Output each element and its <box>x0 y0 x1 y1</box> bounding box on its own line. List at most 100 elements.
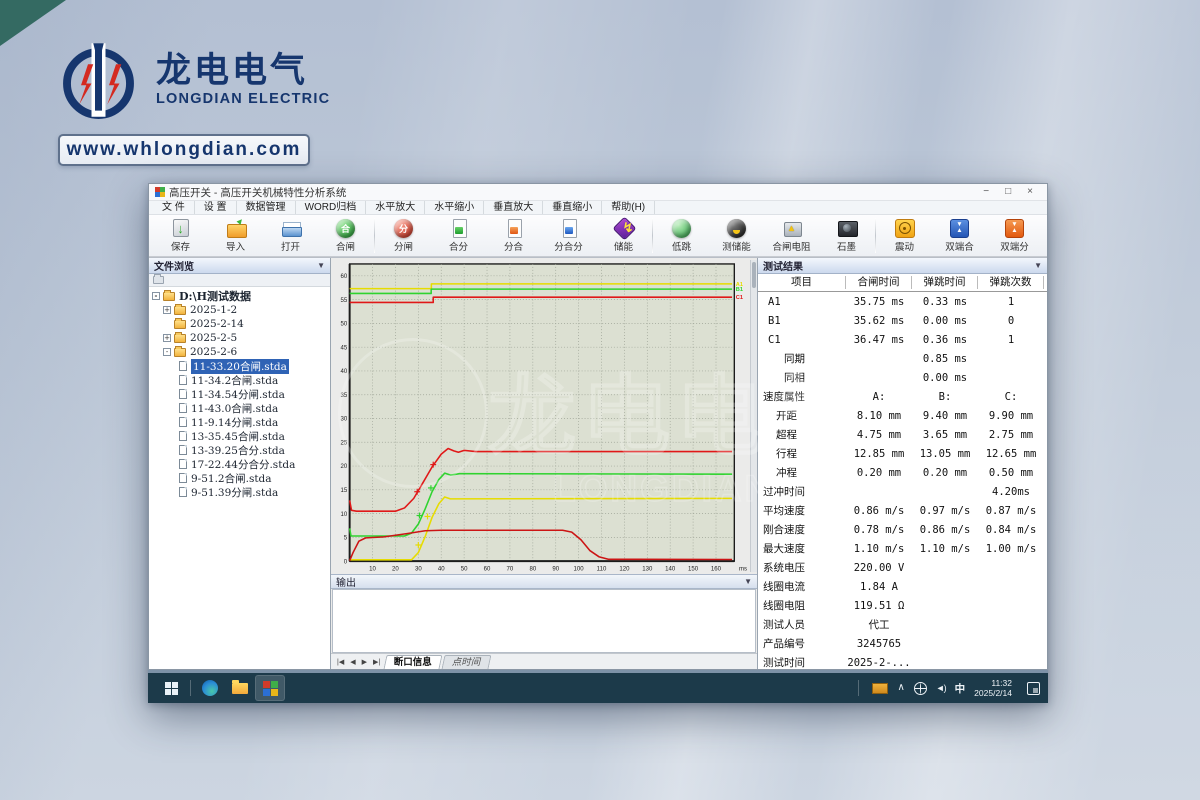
co-icon <box>448 218 470 238</box>
file-explorer-button[interactable] <box>225 675 255 701</box>
toolbar-button-low-trip[interactable]: 低跳 <box>654 215 709 256</box>
file-icon <box>179 487 187 497</box>
chart-scrollbar[interactable] <box>750 260 757 572</box>
menu-item-4[interactable]: 水平放大 <box>366 201 425 214</box>
start-button[interactable] <box>156 675 186 701</box>
menu-item-5[interactable]: 水平缩小 <box>425 201 484 214</box>
menu-item-8[interactable]: 帮助(H) <box>602 201 655 214</box>
close-button[interactable]: × <box>1027 187 1033 197</box>
toolbar-button-save[interactable]: 保存 <box>153 215 208 256</box>
tree-file[interactable]: 11-34.54分闸.stda <box>149 387 330 401</box>
tree-folder-2025-1-2[interactable]: +2025-1-2 <box>149 303 330 317</box>
toolbar-button-close-op[interactable]: 合合闸 <box>318 215 373 256</box>
collapse-icon[interactable]: - <box>163 348 171 356</box>
tab-点时间[interactable]: 点时间 <box>442 655 491 669</box>
toolbar-label: 导入 <box>226 239 245 253</box>
x-tick-label: 150 <box>688 566 699 573</box>
taskbar-clock[interactable]: 11:32 2025/2/14 <box>974 678 1012 698</box>
toolbar-button-open-op[interactable]: 分分闸 <box>376 215 431 256</box>
toolbar-button-open[interactable]: 打开 <box>263 215 318 256</box>
toolbar-button-dual-close[interactable]: 双端合 <box>932 215 987 256</box>
result-row: 最大速度1.10 m/s1.10 m/s1.00 m/s <box>758 539 1047 558</box>
file-label: 9-51.39分闸.stda <box>191 485 278 500</box>
tab-nav-button-3[interactable]: ▶| <box>370 658 383 666</box>
file-browser-title: 文件浏览 <box>154 258 194 273</box>
tab-nav-button-1[interactable]: ◀ <box>347 658 358 666</box>
tray-expand-icon[interactable]: ∧ <box>897 683 904 693</box>
tree-file[interactable]: 9-51.2合闸.stda <box>149 471 330 485</box>
output-dropdown-icon[interactable]: ▼ <box>744 577 752 586</box>
x-tick-label: 160 <box>711 566 722 573</box>
toolbar-label: 合闸电阻 <box>772 239 810 253</box>
y-tick-label: 10 <box>340 511 347 518</box>
network-icon[interactable] <box>914 682 927 695</box>
tree-file[interactable]: 9-51.39分闸.stda <box>149 485 330 499</box>
tray-app-icon[interactable] <box>872 683 888 694</box>
toolbar-button-vibration[interactable]: 震动 <box>877 215 932 256</box>
tree-file[interactable]: 11-9.14分闸.stda <box>149 415 330 429</box>
column-header: 合闸时间 <box>846 276 912 289</box>
expand-icon[interactable]: + <box>163 334 171 342</box>
tree-file[interactable]: 11-34.2合闸.stda <box>149 373 330 387</box>
result-row: 线圈电阻119.51 Ω <box>758 596 1047 615</box>
results-dropdown-icon[interactable]: ▼ <box>1034 261 1042 270</box>
minimize-button[interactable]: − <box>983 187 989 197</box>
edge-browser-button[interactable] <box>195 675 225 701</box>
result-item-label: C1 <box>758 334 846 346</box>
output-console <box>332 589 756 653</box>
tree-folder-2025-2-14[interactable]: 2025-2-14 <box>149 317 330 331</box>
file-label: 11-33.20合闸.stda <box>191 359 289 374</box>
tab-nav-button-2[interactable]: ▶ <box>359 658 370 666</box>
volume-icon[interactable]: ◄) <box>936 683 946 693</box>
x-tick-label: 90 <box>552 566 559 573</box>
result-value: 1.00 m/s <box>978 543 1044 555</box>
ime-indicator[interactable]: 中 <box>955 681 966 696</box>
result-item-label: 平均速度 <box>758 503 846 518</box>
toolbar-button-oc[interactable]: 分合 <box>486 215 541 256</box>
column-header: 项目 <box>758 276 846 289</box>
folder-tool-icon[interactable] <box>153 276 164 284</box>
tree-file[interactable]: 11-43.0合闸.stda <box>149 401 330 415</box>
toolbar-button-dual-open[interactable]: 双端分 <box>987 215 1042 256</box>
toolbar-button-energy[interactable]: 储能 <box>596 215 651 256</box>
title-bar: 高压开关 - 高压开关机械特性分析系统 − □ × <box>149 184 1047 201</box>
expand-icon[interactable]: + <box>163 306 171 314</box>
result-value: 12.65 mm <box>978 448 1044 460</box>
result-value: 代工 <box>846 617 912 632</box>
result-value: 0.33 ms <box>912 296 978 308</box>
tree-folder-2025-2-6[interactable]: -2025-2-6 <box>149 345 330 359</box>
tree-file[interactable]: 11-33.20合闸.stda <box>149 359 330 373</box>
menu-item-7[interactable]: 垂直缩小 <box>543 201 602 214</box>
result-value: 1.10 m/s <box>846 543 912 555</box>
panel-dropdown-icon[interactable]: ▼ <box>317 261 325 270</box>
toolbar-button-co[interactable]: 合分 <box>431 215 486 256</box>
toolbar-button-oco[interactable]: 分合分 <box>541 215 596 256</box>
file-icon <box>179 417 187 427</box>
tree-folder-2025-2-5[interactable]: +2025-2-5 <box>149 331 330 345</box>
result-value: 9.90 mm <box>978 410 1044 422</box>
tree-file[interactable]: 17-22.44分合分.stda <box>149 457 330 471</box>
toolbar: 保存导入 打开合合闸分分闸合分分合分合分储能低跳测储能合闸电阻石墨震动双端合双端分 <box>149 215 1047 257</box>
menu-item-6[interactable]: 垂直放大 <box>484 201 543 214</box>
file-icon <box>179 445 187 455</box>
collapse-icon[interactable]: - <box>152 292 160 300</box>
longdian-app-button[interactable] <box>255 675 285 701</box>
notification-center-icon[interactable] <box>1027 682 1040 695</box>
tree-file[interactable]: 13-39.25合分.stda <box>149 443 330 457</box>
toolbar-button-import[interactable]: 导入 <box>208 215 263 256</box>
menu-item-0[interactable]: 文 件 <box>153 201 195 214</box>
file-icon <box>179 431 187 441</box>
tab-断口信息[interactable]: 断口信息 <box>384 655 443 669</box>
toolbar-button-graphite[interactable]: 石墨 <box>819 215 874 256</box>
toolbar-button-meas-energy[interactable]: 测储能 <box>709 215 764 256</box>
menu-item-1[interactable]: 设 置 <box>195 201 237 214</box>
toolbar-button-resistor[interactable]: 合闸电阻 <box>764 215 819 256</box>
y-tick-label: 60 <box>340 273 347 280</box>
tree-file[interactable]: 13-35.45合闸.stda <box>149 429 330 443</box>
tree-root[interactable]: -D:\H测试数据 <box>149 289 330 303</box>
maximize-button[interactable]: □ <box>1005 187 1011 197</box>
toolbar-group-0: 保存导入 打开合合闸 <box>153 215 373 256</box>
tab-nav-button-0[interactable]: |◀ <box>334 658 347 666</box>
menu-item-2[interactable]: 数据管理 <box>237 201 296 214</box>
menu-item-3[interactable]: WORD归档 <box>296 201 367 214</box>
